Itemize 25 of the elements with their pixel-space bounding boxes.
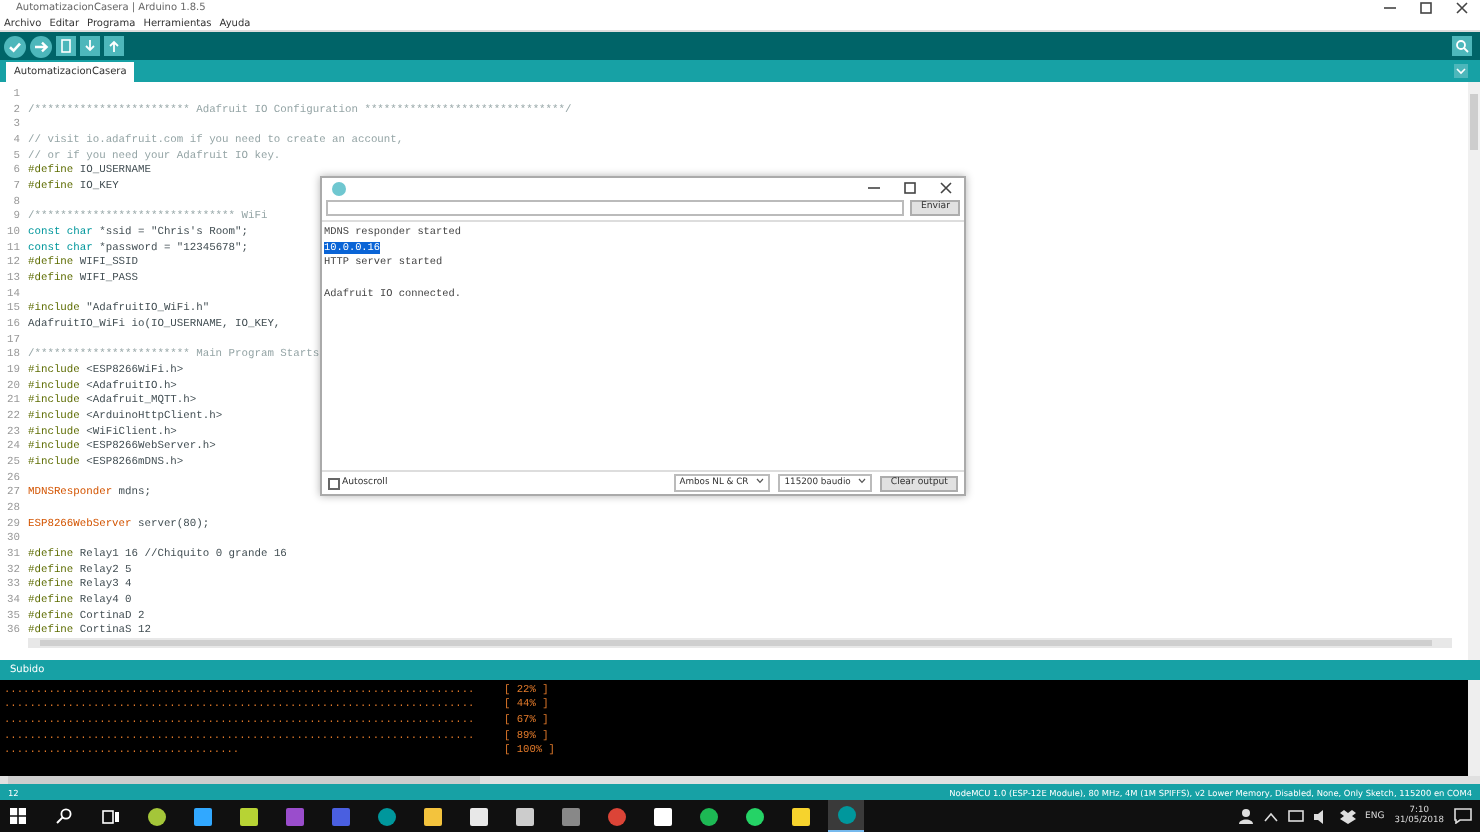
person-icon[interactable] [1237, 808, 1254, 824]
caret-icon [858, 478, 867, 485]
vertical-scrollbar[interactable] [1468, 680, 1480, 776]
app-icon [331, 807, 349, 825]
send-input-field[interactable] [326, 200, 905, 216]
horizontal-scrollbar[interactable] [0, 776, 1480, 784]
horizontal-scrollbar[interactable] [28, 638, 1452, 649]
chevron-up-icon[interactable] [1263, 811, 1278, 821]
upload-icon[interactable] [30, 35, 52, 57]
maximize-icon[interactable] [1418, 0, 1434, 16]
app-icon [239, 807, 257, 825]
maximize-icon[interactable] [902, 180, 918, 196]
app-icon [561, 807, 579, 825]
notification-icon[interactable] [1454, 808, 1472, 824]
search-icon [56, 808, 72, 824]
windows-logo-icon [10, 808, 26, 824]
vertical-scrollbar[interactable] [1468, 82, 1480, 660]
close-icon[interactable] [1454, 0, 1470, 16]
verify-icon[interactable] [4, 35, 26, 57]
app-icon [653, 807, 671, 825]
task-view-icon [101, 809, 119, 823]
close-icon[interactable] [938, 180, 954, 196]
caret-icon [756, 478, 765, 485]
app-icon [193, 807, 211, 825]
app-icon [285, 807, 303, 825]
